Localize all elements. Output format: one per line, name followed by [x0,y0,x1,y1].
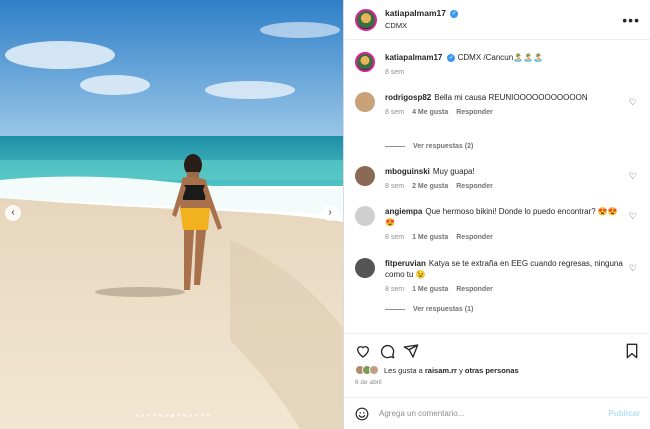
like-heart-icon[interactable] [355,343,371,359]
carousel-dot [194,414,198,417]
liker-avatar [369,365,379,375]
commenter-avatar[interactable] [355,92,375,112]
more-options-icon[interactable]: ••• [622,12,640,28]
commenter-avatar[interactable] [355,206,375,226]
like-comment-heart-icon[interactable]: ♡ [629,97,637,108]
verified-badge-icon: ✓ [447,53,456,62]
comment-time[interactable]: 8 sem [385,183,404,190]
share-send-icon[interactable] [403,343,419,359]
carousel-dot [152,414,156,417]
view-replies-button[interactable]: Ver respuestas (2) [385,143,473,150]
like-comment-heart-icon[interactable]: ♡ [629,211,637,222]
beach-photo [0,0,343,429]
other-likers-link[interactable]: otras personas [465,366,519,375]
commenter-username[interactable]: mboguinski [385,167,430,176]
next-slide-button[interactable]: › [322,205,338,221]
caption-time[interactable]: 8 sem [385,69,404,76]
commenter-username[interactable]: angiempa [385,207,422,216]
post-header: katiapalmam17 ✓ CDMX ••• [345,0,650,40]
post-location[interactable]: CDMX [385,20,458,32]
comment-item: mboguinski Muy guapa! 8 sem 2 Me gusta Resp… [355,166,645,192]
comment-item: rodrigosp82 Bella mi causa REUNIOOOOOOOOO… [355,92,645,118]
comment-likes[interactable]: 4 Me gusta [412,109,448,116]
view-replies-button[interactable]: Ver respuestas (1) [385,306,473,313]
carousel-dot [146,414,150,417]
commenter-username[interactable]: rodrigosp82 [385,93,431,102]
likes-summary: Les gusta a raisam.rr y otras personas [355,365,640,375]
comment-likes[interactable]: 1 Me gusta [412,286,448,293]
comment-text: Muy guapa! [432,167,475,176]
commenter-avatar[interactable] [355,258,375,278]
author-avatar[interactable] [355,8,377,31]
carousel-dot [164,414,168,417]
comment-likes[interactable]: 1 Me gusta [412,234,448,241]
carousel-dot [176,414,180,417]
comment-item: fitperuvian Katya se te extraña en EEG cu… [355,258,645,295]
carousel-dot [206,414,210,417]
comment-likes[interactable]: 2 Me gusta [412,183,448,190]
carousel-dot [140,414,144,417]
carousel-dot [158,414,162,417]
commenter-avatar[interactable] [355,166,375,186]
save-bookmark-icon[interactable] [624,343,640,359]
like-comment-heart-icon[interactable]: ♡ [629,171,637,182]
carousel-dot [182,414,186,417]
carousel-dot [134,414,138,417]
commenter-username[interactable]: fitperuvian [385,259,426,268]
comments-section: katiapalmam17 ✓ CDMX /Cancun🏝️🏝️🏝️ 8 sem … [345,46,650,332]
carousel-dot [200,414,204,417]
post-date[interactable]: 6 de abril [355,379,640,386]
comment-time[interactable]: 8 sem [385,109,404,116]
likes-joiner: y [459,365,463,375]
post-comment-button[interactable]: Publicar [608,409,640,418]
reply-button[interactable]: Responder [456,109,493,116]
comment-bubble-icon[interactable] [379,343,395,359]
post-detail-panel: katiapalmam17 ✓ CDMX ••• katiapalmam17 ✓ … [345,0,650,429]
carousel-indicator [0,414,343,417]
post-photo[interactable]: ‹ › [0,0,344,429]
reply-button[interactable]: Responder [456,183,493,190]
comment-time[interactable]: 8 sem [385,234,404,241]
like-comment-heart-icon[interactable]: ♡ [629,263,637,274]
caption-avatar[interactable] [355,52,375,72]
reply-button[interactable]: Responder [456,234,493,241]
carousel-dot [188,414,192,417]
post-actions: Les gusta a raisam.rr y otras personas 6… [345,333,650,397]
caption-text: CDMX /Cancun🏝️🏝️🏝️ [457,53,544,62]
comment-item: angiempa Que hermoso bikini! Donde lo pue… [355,206,645,243]
add-comment-bar: Publicar [345,397,650,429]
carousel-dot [170,414,174,417]
liker-username[interactable]: raisam.rr [425,366,457,375]
comment-input[interactable] [379,409,609,418]
verified-badge-icon: ✓ [450,9,459,18]
comment-text: Bella mi causa REUNIOOOOOOOOOOON [434,93,588,102]
previous-slide-button[interactable]: ‹ [5,205,21,221]
likes-prefix: Les gusta a [384,365,423,375]
author-username[interactable]: katiapalmam17 [385,8,446,18]
emoji-smiley-icon[interactable] [355,407,369,421]
caption-username[interactable]: katiapalmam17 [385,53,442,62]
post-caption: katiapalmam17 ✓ CDMX /Cancun🏝️🏝️🏝️ 8 sem [355,52,645,78]
reply-button[interactable]: Responder [456,286,493,293]
comment-time[interactable]: 8 sem [385,286,404,293]
